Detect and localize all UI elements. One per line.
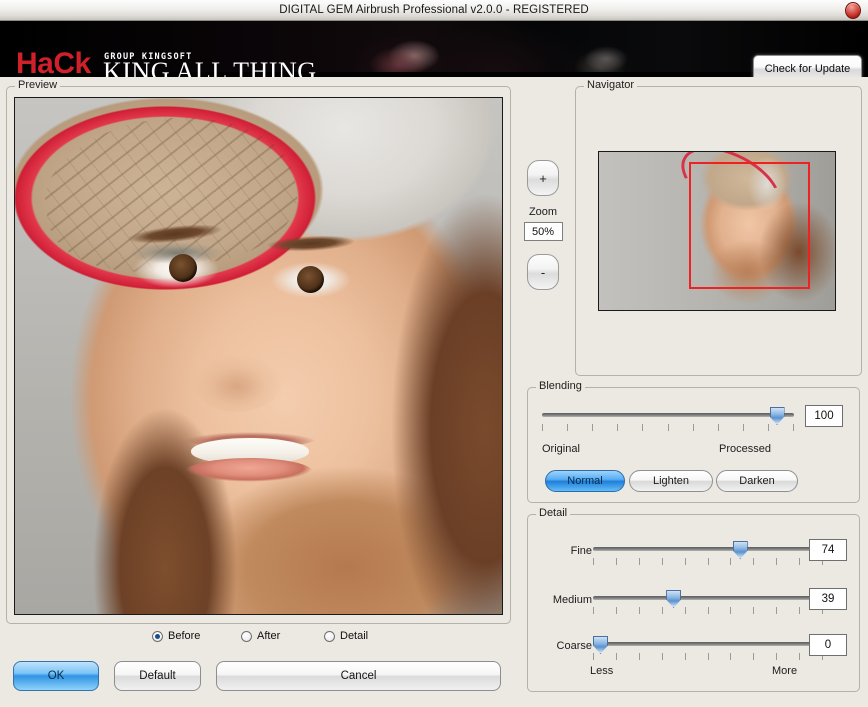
blending-value-field[interactable]: 100 (805, 405, 843, 427)
coarse-value-field[interactable]: 0 (809, 634, 847, 656)
blending-panel: Blending 100 Original Processed Normal L… (527, 380, 860, 503)
blending-slider-track[interactable] (542, 413, 794, 417)
blend-mode-normal[interactable]: Normal (545, 470, 625, 492)
eyebrow-right (266, 233, 356, 254)
blend-mode-lighten[interactable]: Lighten (629, 470, 713, 492)
radio-detail-label: Detail (340, 630, 369, 642)
radio-after-icon (241, 630, 252, 642)
preview-panel: Preview (6, 79, 511, 624)
coarse-slider-ticks (593, 653, 823, 660)
lower-lip (185, 458, 313, 486)
ok-button[interactable]: OK (13, 661, 99, 691)
brand-title: KING ALL THING (103, 57, 317, 78)
preview-canvas[interactable] (14, 97, 503, 615)
blending-slider-thumb[interactable] (769, 407, 785, 425)
fine-slider-track[interactable] (593, 547, 823, 551)
check-for-update-button[interactable]: Check for Update (753, 55, 862, 77)
coarse-slider-thumb[interactable] (593, 636, 608, 654)
radio-after-label: After (257, 630, 281, 642)
window-title: DIGITAL GEM Airbrush Professional v2.0.0… (279, 4, 589, 16)
iris-right (297, 266, 324, 293)
navigator-panel: Navigator (575, 79, 862, 376)
zoom-label: Zoom (528, 206, 558, 218)
cancel-button[interactable]: Cancel (216, 661, 501, 691)
detail-row-label-coarse: Coarse (556, 640, 592, 652)
zoom-out-button[interactable]: - (527, 254, 559, 290)
close-icon[interactable] (845, 2, 861, 19)
medium-slider-ticks (593, 607, 823, 614)
view-mode-radio-group: Before After Detail (0, 630, 511, 650)
blending-slider-ticks (542, 424, 794, 431)
detail-row-label-medium: Medium (552, 594, 592, 606)
medium-value-field[interactable]: 39 (809, 588, 847, 610)
radio-before[interactable]: Before (152, 630, 200, 642)
zoom-in-button[interactable]: + (527, 160, 559, 196)
medium-slider-thumb[interactable] (666, 590, 682, 608)
navigator-legend: Navigator (584, 79, 638, 91)
navigator-thumbnail[interactable] (598, 151, 836, 311)
hack-logo-text: HaCk (16, 47, 91, 78)
preview-photo (15, 98, 502, 614)
title-bar: DIGITAL GEM Airbrush Professional v2.0.0… (0, 0, 868, 21)
medium-slider-track[interactable] (593, 596, 823, 600)
coarse-slider-track[interactable] (593, 642, 823, 646)
nose (191, 348, 283, 412)
iris-left (169, 254, 197, 282)
fine-slider-ticks (593, 558, 823, 565)
radio-detail[interactable]: Detail (324, 630, 368, 642)
detail-panel: Detail Fine 74 Medium 39 Coarse 0 Less M… (527, 507, 860, 692)
brand-banner: HaCk GROUP KINGSOFT KING ALL THING KING-… (0, 21, 868, 77)
fine-value-field[interactable]: 74 (809, 539, 847, 561)
radio-before-label: Before (168, 630, 201, 642)
detail-right-cap: More (772, 665, 798, 677)
default-button[interactable]: Default (114, 661, 201, 691)
radio-detail-icon (324, 630, 335, 642)
preview-legend: Preview (15, 79, 61, 91)
blend-mode-darken[interactable]: Darken (716, 470, 798, 492)
blending-right-cap: Processed (719, 443, 771, 455)
detail-row-label-fine: Fine (570, 545, 592, 557)
detail-left-cap: Less (590, 665, 614, 677)
radio-before-icon (152, 630, 163, 642)
zoom-value-field[interactable]: 50% (523, 222, 563, 241)
fine-slider-thumb[interactable] (732, 541, 748, 559)
navigator-viewport-rect[interactable] (689, 162, 810, 289)
blending-left-cap: Original (542, 443, 580, 455)
detail-legend: Detail (536, 507, 571, 519)
blending-legend: Blending (536, 380, 585, 392)
radio-after[interactable]: After (241, 630, 280, 642)
zoom-controls: + Zoom 50% - (520, 160, 566, 290)
